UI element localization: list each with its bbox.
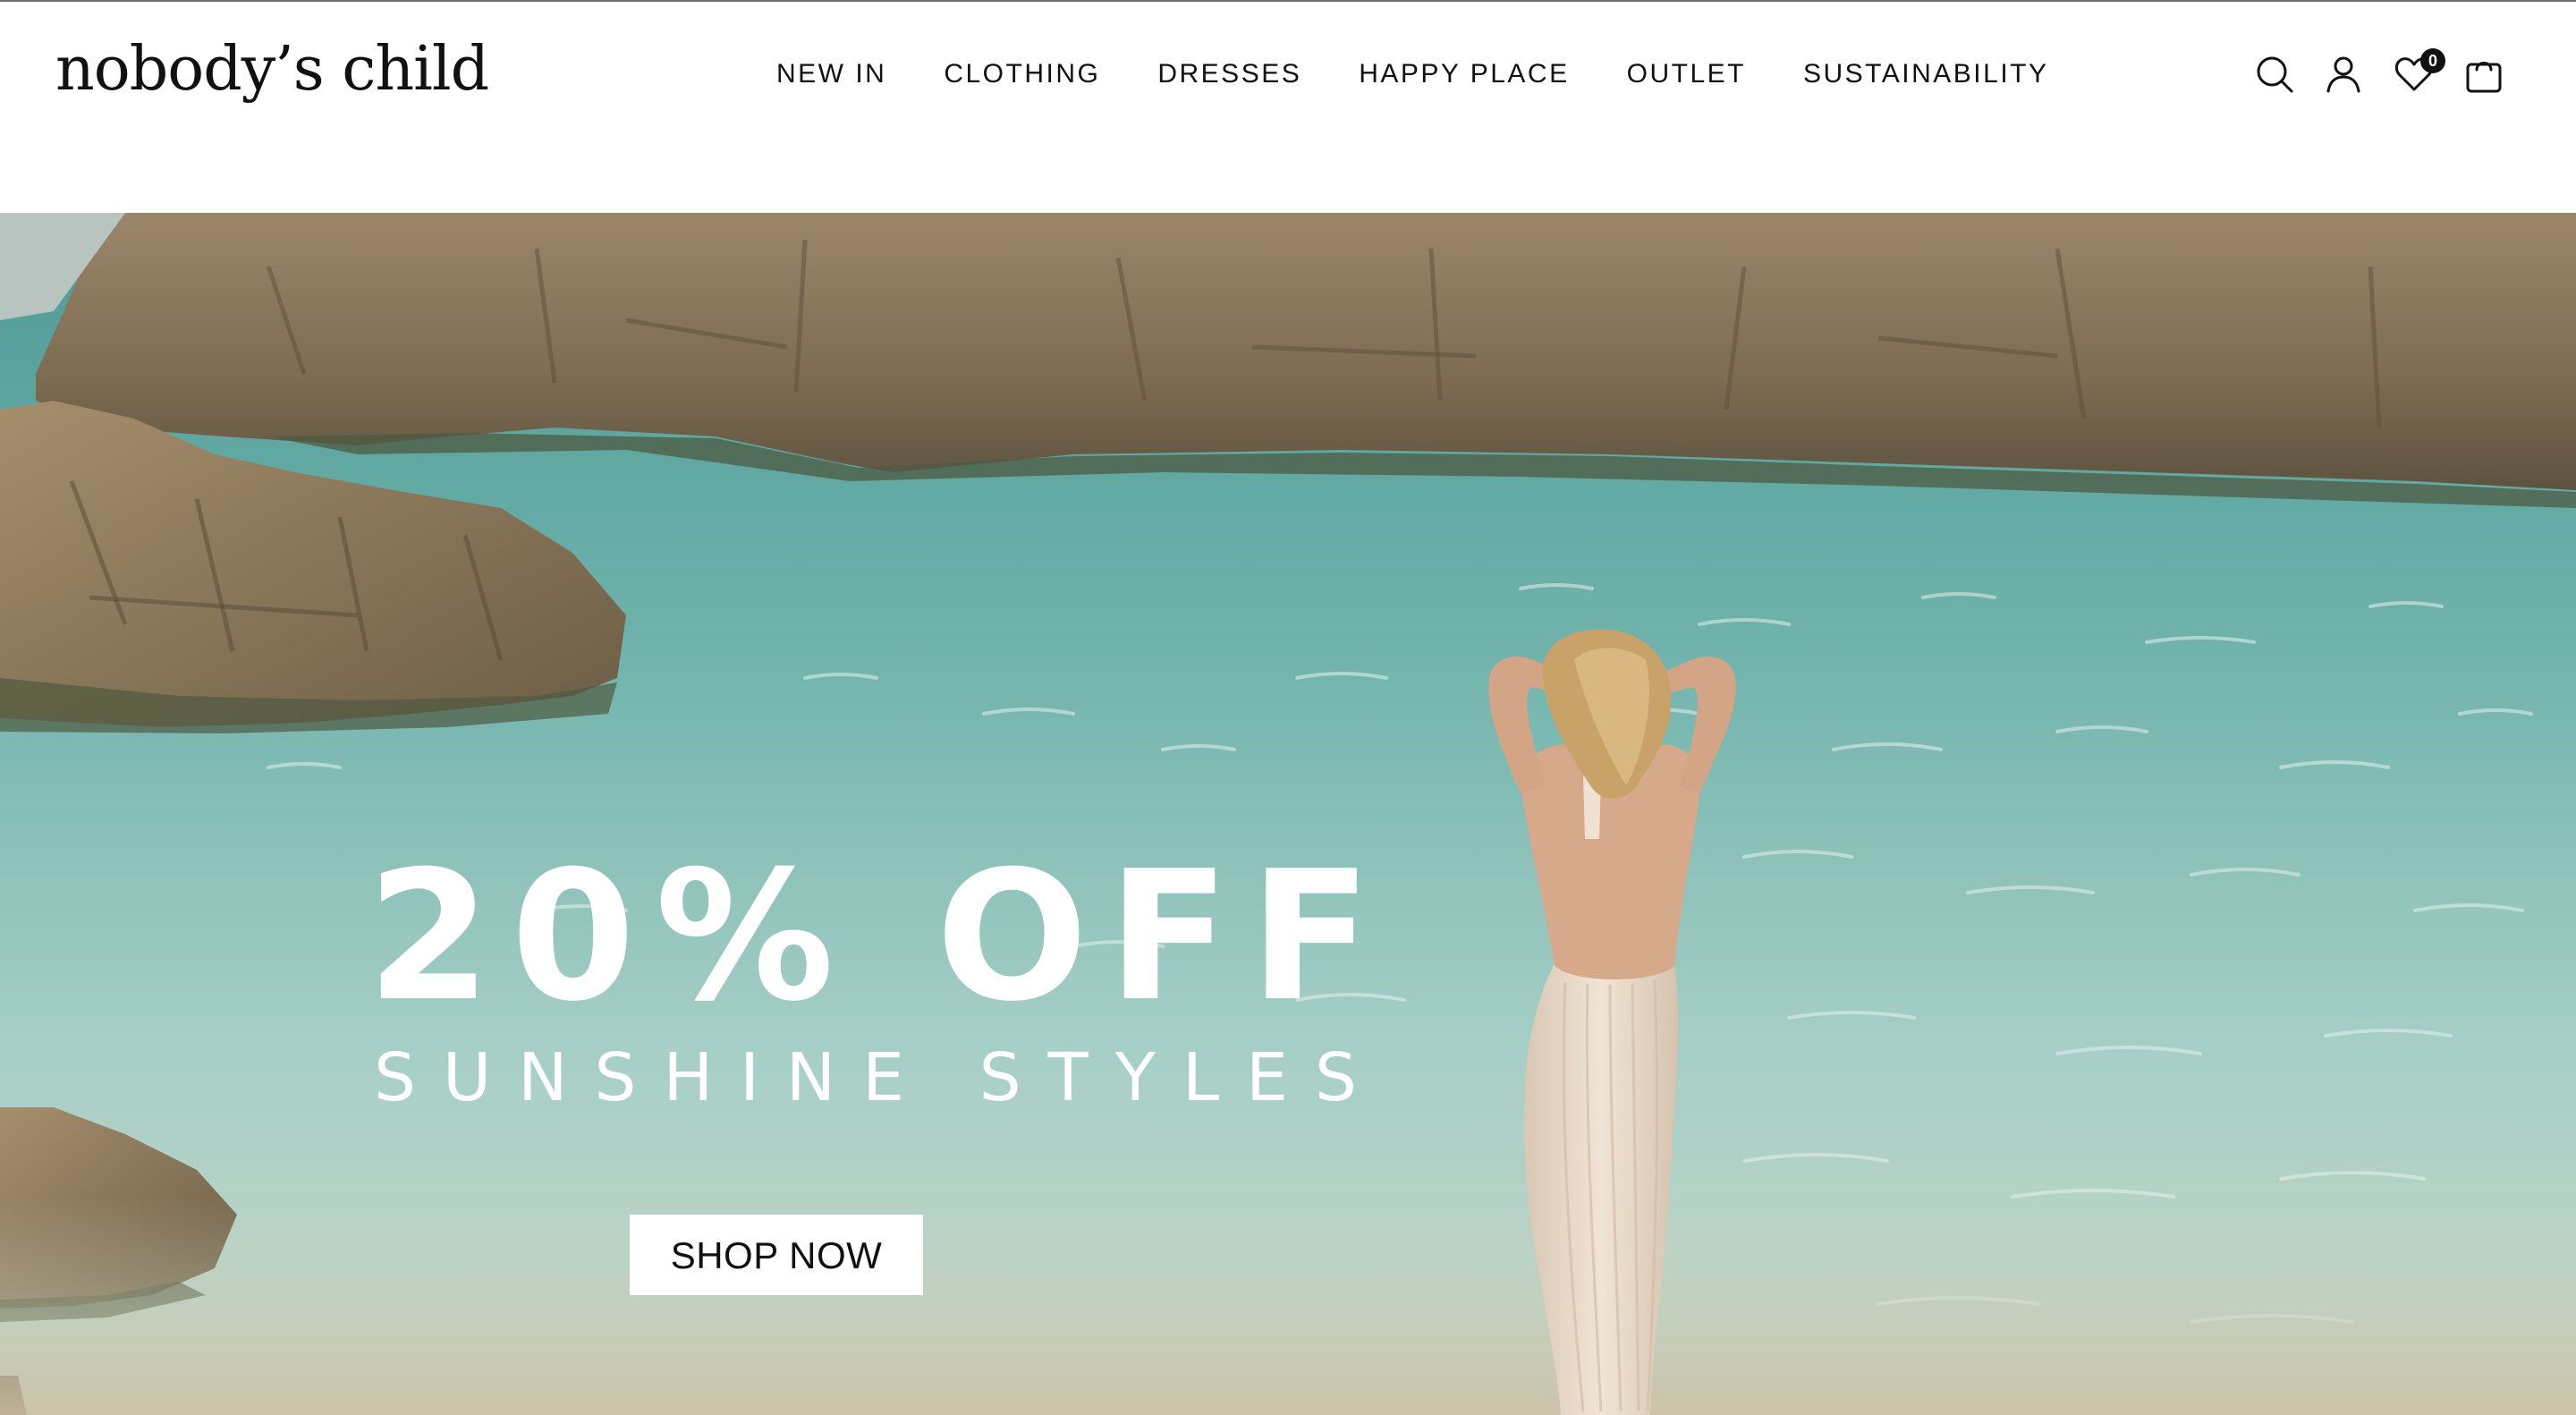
- wishlist-count-badge: 0: [2420, 48, 2445, 73]
- cart-button[interactable]: [2463, 54, 2504, 95]
- hero-subheadline: SUNSHINE STYLES: [374, 1039, 1384, 1116]
- wishlist-button[interactable]: 0: [2394, 48, 2445, 95]
- search-icon: [2257, 56, 2293, 93]
- bag-icon: [2466, 62, 2502, 93]
- site-header: nobody’s child NEW IN CLOTHING DRESSES H…: [0, 0, 2576, 213]
- page: nobody’s child NEW IN CLOTHING DRESSES H…: [0, 0, 2576, 1415]
- user-icon: [2326, 56, 2360, 93]
- hero-image: [0, 213, 2576, 1415]
- hero-banner[interactable]: 20% OFF SUNSHINE STYLES SHOP NOW: [0, 213, 2576, 1415]
- search-button[interactable]: [2254, 54, 2295, 95]
- header-actions: 0: [0, 48, 2576, 98]
- shop-now-button[interactable]: SHOP NOW: [630, 1215, 923, 1295]
- account-button[interactable]: [2323, 54, 2364, 95]
- hero-headline: 20% OFF: [367, 833, 1392, 1041]
